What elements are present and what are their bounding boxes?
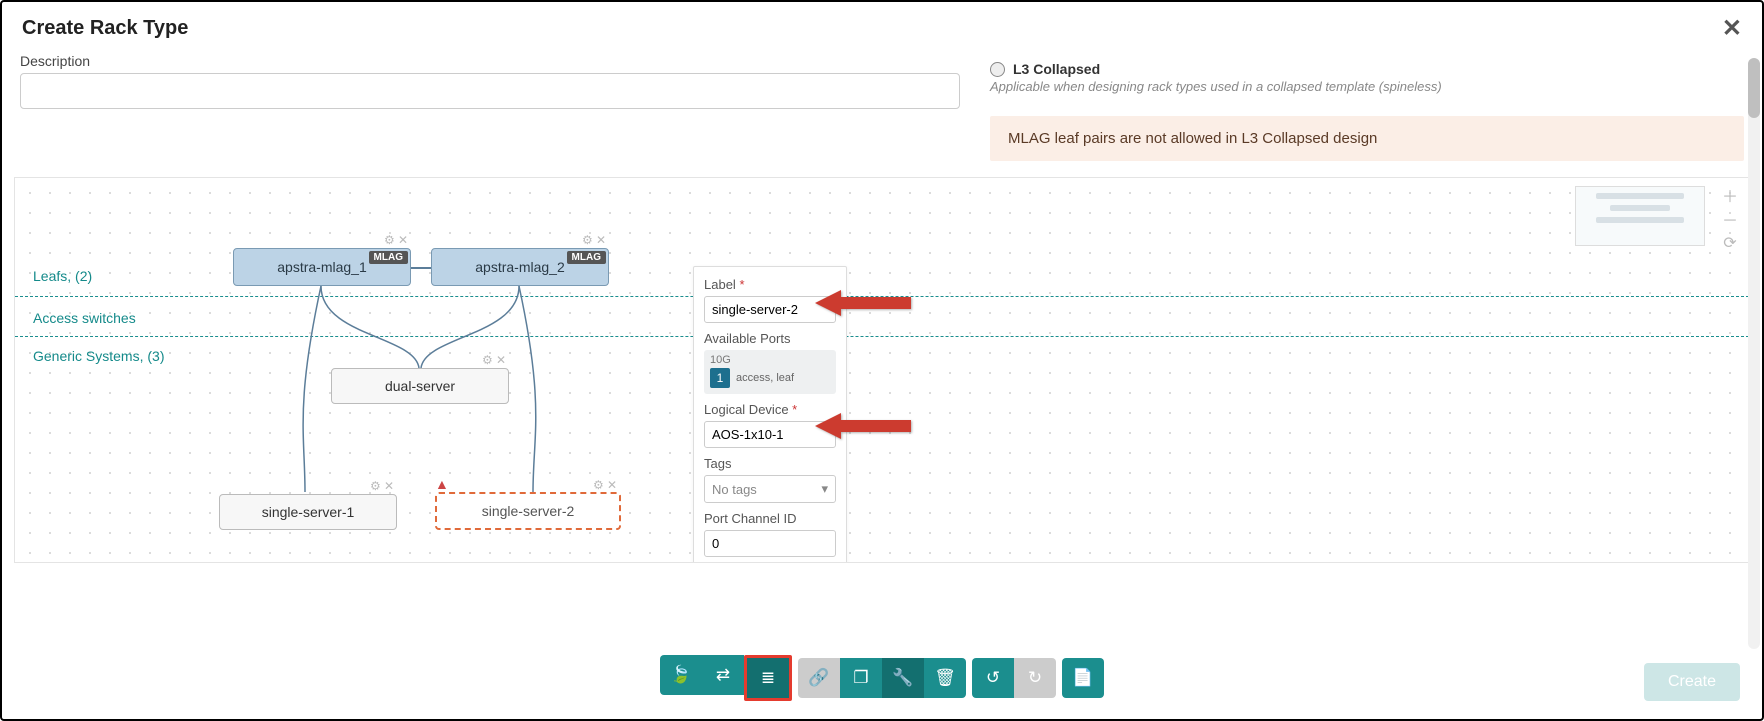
link-line	[305, 286, 545, 496]
node-label: apstra-mlag_1	[277, 259, 367, 275]
node-tools: ⚙ ✕	[384, 233, 410, 245]
close-icon[interactable]: ✕	[1722, 14, 1742, 43]
description-group: Description	[20, 53, 960, 161]
mlag-badge: MLAG	[369, 251, 408, 264]
ports-count-badge: 1	[710, 368, 730, 388]
close-icon[interactable]: ✕	[384, 479, 396, 491]
gear-icon[interactable]: ⚙	[582, 233, 594, 245]
create-button[interactable]: Create	[1644, 663, 1740, 701]
property-panel: Label * Available Ports 10G 1 access, le…	[693, 266, 847, 563]
generic-node-single1[interactable]: ⚙ ✕ single-server-1	[219, 494, 397, 530]
close-icon[interactable]: ✕	[596, 233, 608, 245]
ports-desc: access, leaf	[736, 372, 794, 384]
row-label-leafs: Leafs, (2)	[33, 268, 92, 284]
row-divider	[15, 296, 1749, 297]
selected-tool-highlight: ≣	[744, 655, 792, 701]
zoom-out-button[interactable]: －	[1721, 210, 1739, 228]
redo-icon: ↻	[1028, 668, 1042, 688]
leaf-icon: 🍃	[670, 665, 691, 685]
close-icon[interactable]: ✕	[398, 233, 410, 245]
portchannel-input[interactable]	[704, 530, 836, 557]
minimap[interactable]	[1575, 186, 1705, 246]
modal: Create Rack Type ✕ Description L3 Collap…	[0, 0, 1764, 721]
node-label: apstra-mlag_2	[475, 259, 565, 275]
link-icon: 🔗	[808, 668, 829, 688]
l3-radio-icon[interactable]	[990, 62, 1005, 77]
close-icon[interactable]: ✕	[607, 478, 619, 490]
node-tools: ⚙ ✕	[582, 233, 608, 245]
scrollbar[interactable]	[1748, 58, 1760, 649]
gear-icon[interactable]: ⚙	[593, 478, 605, 490]
ports-label: Available Ports	[704, 331, 836, 346]
warning-banner: MLAG leaf pairs are not allowed in L3 Co…	[990, 116, 1744, 161]
label-label: Label *	[704, 277, 836, 292]
tags-placeholder: No tags	[712, 482, 757, 497]
trash-icon: 🗑	[934, 668, 956, 688]
l3-group: L3 Collapsed Applicable when designing r…	[990, 53, 1744, 161]
row-label-generic: Generic Systems, (3)	[33, 348, 164, 364]
ports-speed: 10G	[710, 354, 830, 366]
wrench-icon: 🔧	[892, 668, 913, 688]
gear-icon[interactable]: ⚙	[370, 479, 382, 491]
l3-hint: Applicable when designing rack types use…	[990, 79, 1744, 94]
description-input[interactable]	[20, 73, 960, 109]
ports-box: 10G 1 access, leaf	[704, 350, 836, 394]
document-icon: 📄	[1072, 668, 1093, 688]
copy-icon: ❐	[853, 668, 868, 688]
swap-icon: ⇄	[716, 665, 730, 685]
modal-header: Create Rack Type ✕	[2, 2, 1762, 53]
link-line	[411, 267, 431, 269]
portchannel-label: Port Channel ID	[704, 511, 836, 526]
row-divider	[15, 336, 1749, 337]
undo-button[interactable]: ↺	[972, 658, 1014, 698]
zoom-controls: ＋ － ⟳	[1721, 186, 1739, 252]
l3-radio-label: L3 Collapsed	[1013, 61, 1100, 77]
leaf-node-2[interactable]: ⚙ ✕ apstra-mlag_2 MLAG	[431, 248, 609, 286]
tags-label: Tags	[704, 456, 836, 471]
toolbar-group-edit: 🔗 ❐ 🔧 🗑	[798, 658, 966, 698]
node-label: single-server-2	[482, 503, 575, 519]
node-label: single-server-1	[262, 504, 355, 520]
tags-select[interactable]: No tags ▾	[704, 475, 836, 503]
topology-canvas[interactable]: Leafs, (2) Access switches Generic Syste…	[14, 177, 1750, 563]
list-icon: ≣	[761, 668, 775, 688]
modal-title: Create Rack Type	[22, 17, 188, 40]
node-tools: ⚙ ✕	[593, 478, 619, 490]
chevron-down-icon: ▾	[821, 481, 828, 497]
logical-device-input[interactable]	[704, 421, 836, 448]
add-generic-button[interactable]: ≣	[747, 658, 789, 698]
add-access-button[interactable]: ⇄	[702, 655, 744, 695]
add-leaf-button[interactable]: 🍃	[660, 655, 702, 695]
mlag-badge: MLAG	[567, 251, 606, 264]
gear-icon[interactable]: ⚙	[384, 233, 396, 245]
form-row: Description L3 Collapsed Applicable when…	[2, 53, 1762, 161]
node-tools: ⚙ ✕	[370, 479, 396, 491]
zoom-in-button[interactable]: ＋	[1721, 186, 1739, 204]
logical-label: Logical Device *	[704, 402, 836, 417]
l3-radio-row[interactable]: L3 Collapsed	[990, 61, 1744, 77]
delete-button[interactable]: 🗑	[924, 658, 966, 698]
toolbar-group-add: 🍃 ⇄ ≣	[660, 655, 792, 701]
export-button[interactable]: 📄	[1062, 658, 1104, 698]
toolbar-group-history: ↺ ↻	[972, 658, 1056, 698]
generic-node-single2-selected[interactable]: ▲ ⚙ ✕ single-server-2	[435, 492, 621, 530]
label-input[interactable]	[704, 296, 836, 323]
undo-icon: ↺	[986, 668, 1000, 688]
description-label: Description	[20, 53, 960, 69]
redo-button[interactable]: ↻	[1014, 658, 1056, 698]
row-label-access: Access switches	[33, 310, 136, 326]
link-button[interactable]: 🔗	[798, 658, 840, 698]
config-button[interactable]: 🔧	[882, 658, 924, 698]
leaf-node-1[interactable]: ⚙ ✕ apstra-mlag_1 MLAG	[233, 248, 411, 286]
scrollbar-thumb[interactable]	[1748, 58, 1760, 118]
copy-button[interactable]: ❐	[840, 658, 882, 698]
warning-icon: ▲	[435, 476, 449, 492]
zoom-reset-button[interactable]: ⟳	[1721, 234, 1739, 252]
toolbar: 🍃 ⇄ ≣ 🔗 ❐ 🔧 🗑 ↺ ↻ 📄	[2, 655, 1762, 701]
